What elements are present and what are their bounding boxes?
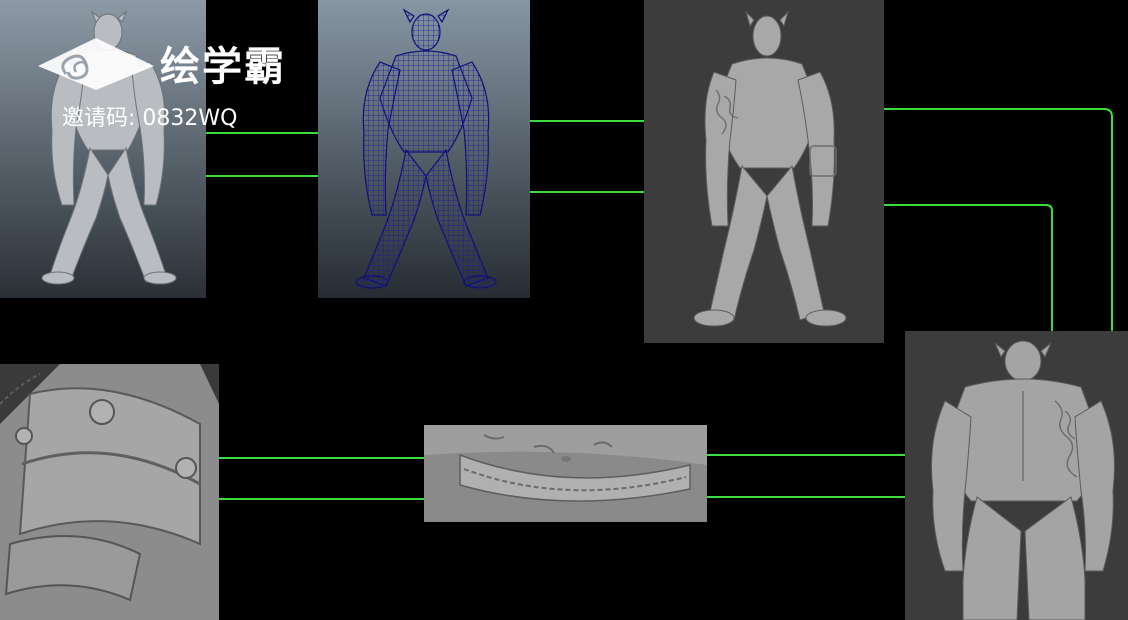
watermark-invite-code: 邀请码: 0832WQ — [62, 106, 238, 131]
watermark: 绘学霸 邀请码: 0832WQ — [36, 22, 306, 132]
waist-detail-icon — [424, 425, 707, 522]
sculpt-back-view-panel — [905, 331, 1128, 620]
connector-line — [884, 204, 1053, 331]
figure-front-wireframe-icon — [355, 8, 497, 289]
figure-front-sculpt-icon — [693, 10, 847, 327]
arm-band-closeup-panel — [0, 364, 219, 620]
sculpt-front-view-panel — [644, 0, 884, 343]
wireframe-front-view-panel — [318, 0, 530, 298]
graduation-cap-logo-icon — [38, 38, 154, 90]
figure-back-sculpt-icon — [931, 340, 1115, 620]
waist-seam-closeup-panel — [424, 425, 707, 522]
armband-detail-icon — [0, 364, 219, 620]
connector-line — [884, 108, 1113, 331]
watermark-brand: 绘学霸 — [160, 44, 286, 90]
